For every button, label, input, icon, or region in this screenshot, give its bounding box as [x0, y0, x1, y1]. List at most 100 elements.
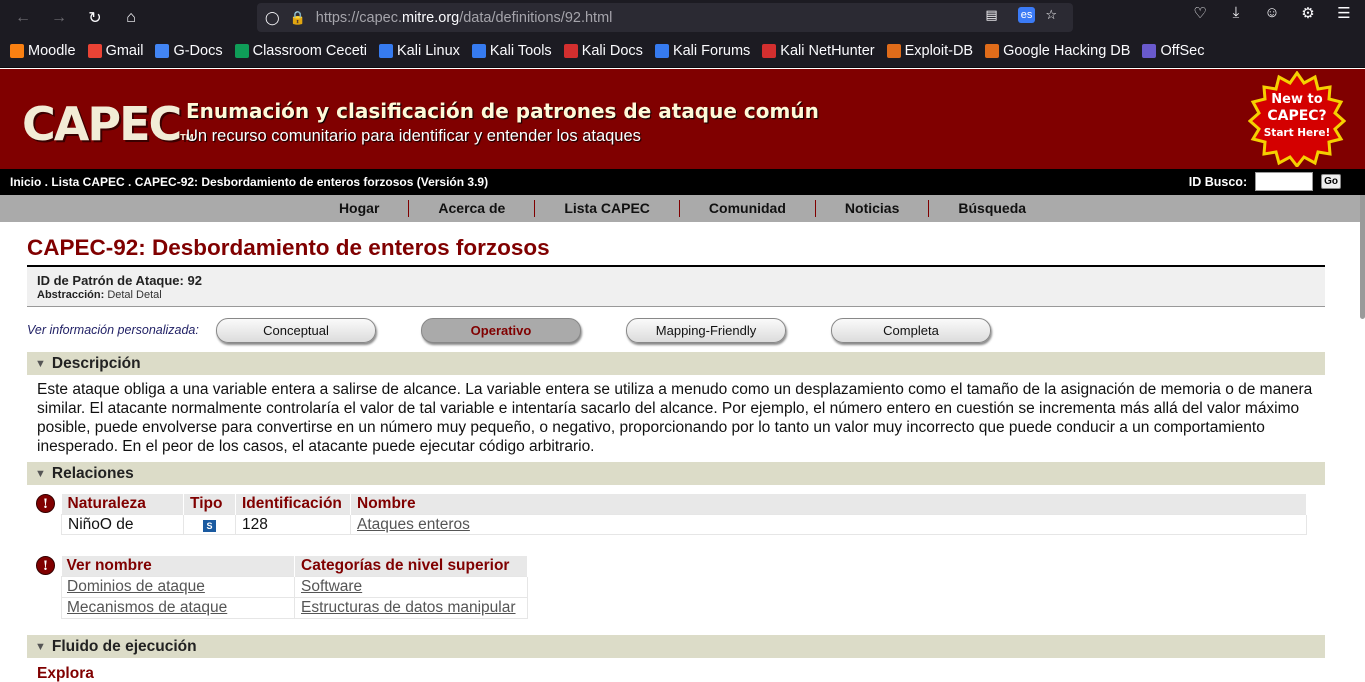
breadcrumb[interactable]: Inicio . Lista CAPEC . CAPEC-92: Desbord…: [10, 175, 488, 189]
table-row: NiñoO de S 128 Ataques enteros: [61, 514, 1307, 535]
back-icon[interactable]: ←: [8, 3, 38, 33]
column-header: Categorías de nivel superior: [294, 556, 528, 577]
bookmark-item[interactable]: G-Docs: [155, 43, 223, 59]
pocket-icon[interactable]: ♡: [1189, 4, 1211, 22]
bookmark-item[interactable]: Exploit-DB: [886, 43, 973, 59]
bookmark-item[interactable]: Kali Forums: [654, 43, 751, 59]
bookmark-item[interactable]: OffSec: [1142, 43, 1205, 59]
forward-icon[interactable]: →: [44, 3, 74, 33]
collapse-triangle-icon[interactable]: ▼: [35, 641, 46, 653]
menu-item[interactable]: Acerca de: [409, 200, 536, 217]
reload-icon[interactable]: ↻: [80, 3, 110, 33]
views-block: ! Ver nombre Categorías de nivel superio…: [27, 556, 1325, 619]
attack-pattern-id: ID de Patrón de Ataque: 92: [37, 273, 202, 288]
section-header-relations[interactable]: ▼ Relaciones: [27, 462, 1325, 485]
collapse-triangle-icon[interactable]: ▼: [35, 468, 46, 480]
relations-block: ! Naturaleza Tipo Identificación Nombre …: [27, 494, 1325, 535]
bookmark-item[interactable]: Gmail: [87, 43, 144, 59]
go-button[interactable]: Go: [1321, 174, 1341, 189]
bookmark-favicon-icon: [87, 44, 102, 58]
banner-subtitle: Un recurso comunitario para identificar …: [186, 127, 641, 145]
bookmark-favicon-icon: [234, 44, 249, 58]
bookmark-label: G-Docs: [173, 43, 223, 59]
view-button[interactable]: Conceptual: [216, 317, 376, 343]
bookmarks-bar: Moodle Gmail G-Docs Classroom Ceceti Kali Li…: [0, 35, 1365, 68]
page-title: CAPEC-92: Desbordamiento de enteros forz…: [27, 235, 1325, 267]
home-icon[interactable]: ⌂: [116, 3, 146, 33]
reader-view-icon[interactable]: ▤: [985, 7, 997, 23]
column-header: Naturaleza: [61, 494, 184, 515]
badge-line-3: Start Here!: [1263, 127, 1331, 139]
menu-item[interactable]: Búsqueda: [929, 200, 1055, 217]
category-link[interactable]: Software: [301, 578, 362, 595]
abstraction: Abstracción: Detal Detal: [37, 289, 162, 301]
relation-name-link[interactable]: Ataques enteros: [357, 516, 470, 533]
column-header: Tipo: [183, 494, 236, 515]
view-button[interactable]: Completa: [831, 317, 991, 343]
column-header: Ver nombre: [61, 556, 295, 577]
bookmark-item[interactable]: Kali Docs: [563, 43, 643, 59]
bookmark-label: Moodle: [28, 43, 76, 59]
section-title: Descripción: [51, 354, 141, 372]
section-header-execution-flow[interactable]: ▼ Fluido de ejecución: [27, 635, 1325, 658]
collapse-triangle-icon[interactable]: ▼: [35, 358, 46, 370]
bookmark-label: Kali Forums: [672, 43, 751, 59]
column-header: Identificación: [235, 494, 351, 515]
main-content: CAPEC-92: Desbordamiento de enteros forz…: [0, 235, 1365, 682]
view-button[interactable]: Operativo: [421, 317, 581, 343]
bookmark-item[interactable]: Google Hacking DB: [985, 43, 1130, 59]
view-link[interactable]: Dominios de ataque: [67, 578, 205, 595]
id-search-input[interactable]: [1255, 172, 1314, 191]
url-text[interactable]: https://capec.mitre.org/data/definitions…: [316, 10, 613, 26]
menu-item[interactable]: Lista CAPEC: [535, 200, 680, 217]
bookmark-item[interactable]: Classroom Ceceti: [234, 43, 368, 59]
view-button[interactable]: Mapping-Friendly: [626, 317, 786, 343]
section-header-description[interactable]: ▼ Descripción: [27, 352, 1325, 375]
bookmark-label: Kali Docs: [581, 43, 643, 59]
capec-banner: CAPECTM Enumación y clasificación de pat…: [0, 69, 1365, 169]
section-title: Fluido de ejecución: [51, 637, 197, 655]
bookmark-favicon-icon: [379, 44, 394, 58]
bookmark-label: Classroom Ceceti: [252, 43, 368, 59]
bookmark-star-icon[interactable]: ☆: [1045, 7, 1057, 23]
view-link[interactable]: Mecanismos de ataque: [67, 599, 227, 616]
account-icon[interactable]: ☺: [1261, 4, 1283, 22]
new-to-capec-badge[interactable]: New to CAPEC? Start Here!: [1247, 70, 1347, 169]
standard-type-icon[interactable]: S: [203, 519, 216, 532]
address-bar[interactable]: ◯ 🔒 https://capec.mitre.org/data/definit…: [257, 3, 1073, 32]
capec-logo[interactable]: CAPECTM: [22, 97, 194, 151]
bookmark-item[interactable]: Kali NetHunter: [762, 43, 875, 59]
menu-item[interactable]: Comunidad: [680, 200, 816, 217]
extensions-icon[interactable]: ⚙: [1297, 4, 1319, 22]
table-row: Mecanismos de ataque Estructuras de dato…: [61, 597, 528, 619]
badge-line-1: New to: [1271, 92, 1323, 107]
menu-icon[interactable]: ☰: [1333, 4, 1355, 22]
shield-icon[interactable]: ◯: [265, 10, 280, 26]
bookmark-label: OffSec: [1160, 43, 1205, 59]
explore-heading: Explora: [37, 665, 94, 682]
bookmark-favicon-icon: [654, 44, 669, 58]
downloads-icon[interactable]: ⤓: [1225, 4, 1247, 22]
relation-nature: NiñoO de: [61, 514, 184, 535]
menu-item[interactable]: Noticias: [816, 200, 930, 217]
section-title: Relaciones: [51, 464, 134, 482]
views-table: Ver nombre Categorías de nivel superior …: [61, 556, 528, 619]
table-row: Dominios de ataque Software: [61, 576, 528, 598]
bookmark-favicon-icon: [762, 44, 777, 58]
view-selector: Ver información personalizada: Conceptua…: [27, 317, 1325, 343]
relation-id: 128: [235, 514, 351, 535]
bookmark-item[interactable]: Kali Tools: [471, 43, 552, 59]
bookmark-label: Kali Linux: [397, 43, 460, 59]
bookmark-label: Gmail: [105, 43, 144, 59]
info-icon[interactable]: !: [36, 556, 55, 575]
relations-table: Naturaleza Tipo Identificación Nombre Ni…: [61, 494, 1307, 535]
menu-item[interactable]: Hogar: [310, 200, 410, 217]
badge-line-2: CAPEC?: [1267, 108, 1327, 124]
category-link[interactable]: Estructuras de datos manipular: [301, 599, 516, 616]
banner-title: Enumación y clasificación de patrones de…: [186, 99, 819, 123]
info-icon[interactable]: !: [36, 494, 55, 513]
bookmark-item[interactable]: Moodle: [10, 43, 76, 59]
translate-icon[interactable]: es: [1017, 7, 1036, 23]
bookmark-item[interactable]: Kali Linux: [379, 43, 460, 59]
lock-icon[interactable]: 🔒: [290, 10, 306, 26]
